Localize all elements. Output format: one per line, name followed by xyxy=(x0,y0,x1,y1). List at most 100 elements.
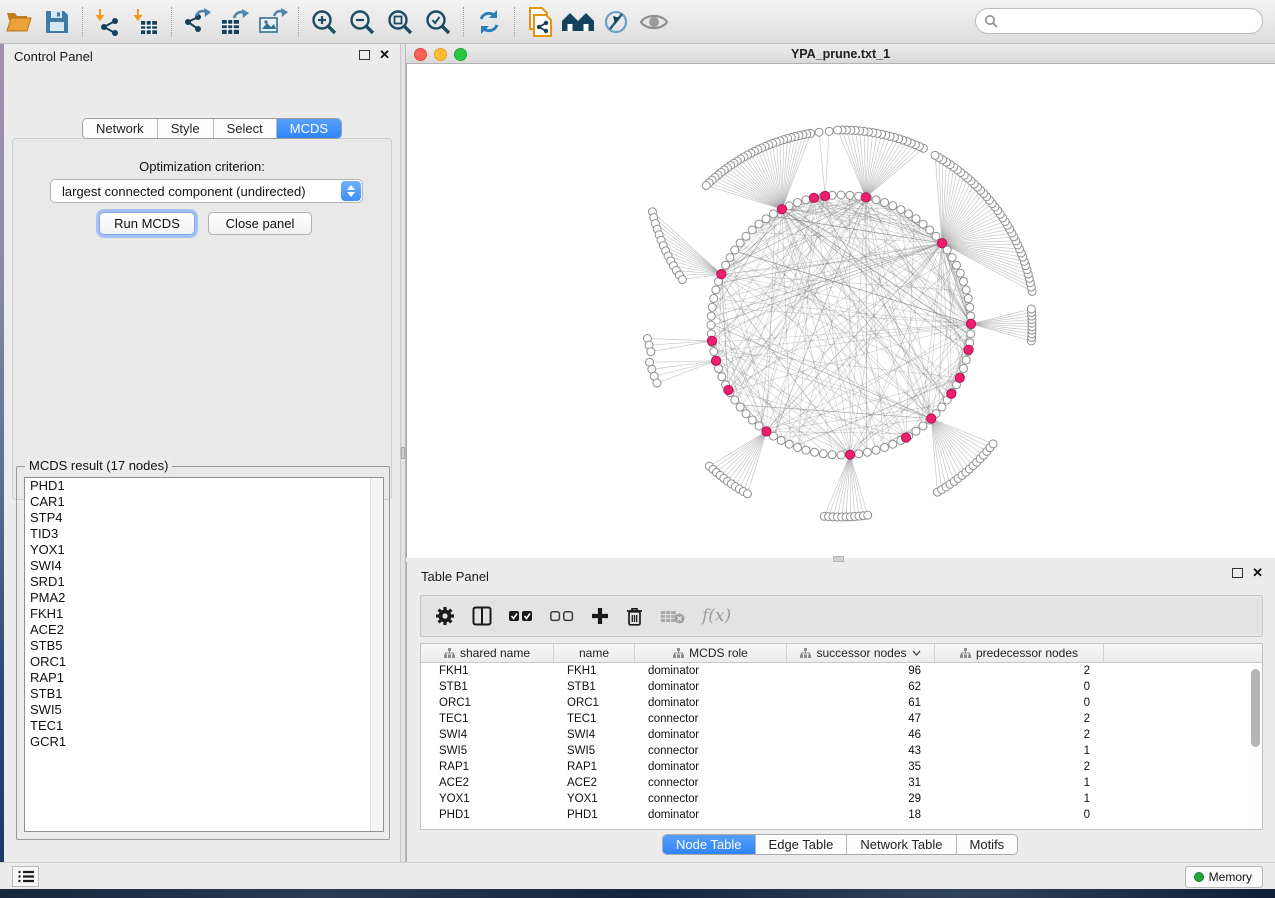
export-network-button[interactable] xyxy=(180,5,214,39)
zoom-fit-button[interactable] xyxy=(383,5,417,39)
table-row[interactable]: SWI4SWI4dominator462 xyxy=(421,727,1262,743)
tab-network-table[interactable]: Network Table xyxy=(847,835,956,854)
table-scrollbar-thumb[interactable] xyxy=(1251,669,1260,747)
table-cell[interactable]: STB1 xyxy=(554,679,635,695)
table-cell[interactable]: YOX1 xyxy=(554,791,635,807)
table-cell[interactable]: 61 xyxy=(787,695,935,711)
table-cell[interactable]: RAP1 xyxy=(421,759,554,775)
mcds-node-item[interactable]: STB5 xyxy=(25,638,383,654)
zoom-out-button[interactable] xyxy=(345,5,379,39)
close-panel-icon[interactable]: ✕ xyxy=(379,47,390,63)
close-table-panel-icon[interactable]: ✕ xyxy=(1252,565,1263,581)
table-cell[interactable]: 1 xyxy=(935,791,1104,807)
mcds-node-item[interactable]: FKH1 xyxy=(25,606,383,622)
table-cell[interactable]: dominator xyxy=(635,679,787,695)
network-home-button[interactable] xyxy=(561,5,595,39)
show-graphics-details-button[interactable] xyxy=(637,5,671,39)
table-cell[interactable]: dominator xyxy=(635,807,787,823)
column-header-shared-name[interactable]: shared name xyxy=(421,644,554,662)
table-cell[interactable]: YOX1 xyxy=(421,791,554,807)
table-cell[interactable]: SWI5 xyxy=(554,743,635,759)
network-canvas[interactable] xyxy=(406,64,1275,558)
create-column-button[interactable] xyxy=(591,607,609,625)
table-cell[interactable]: 0 xyxy=(935,807,1104,823)
table-cell[interactable]: ACE2 xyxy=(421,775,554,791)
tab-select[interactable]: Select xyxy=(214,119,277,138)
mcds-node-item[interactable]: YOX1 xyxy=(25,542,383,558)
criterion-dropdown[interactable]: largest connected component (undirected) xyxy=(50,179,363,203)
table-cell[interactable]: connector xyxy=(635,711,787,727)
table-cell[interactable]: 62 xyxy=(787,679,935,695)
table-cell[interactable]: 46 xyxy=(787,727,935,743)
table-cell[interactable]: ORC1 xyxy=(421,695,554,711)
table-row[interactable]: TEC1TEC1connector472 xyxy=(421,711,1262,727)
mcds-node-item[interactable]: TEC1 xyxy=(25,718,383,734)
table-cell[interactable]: SWI4 xyxy=(554,727,635,743)
table-cell[interactable]: TEC1 xyxy=(554,711,635,727)
mcds-node-item[interactable]: RAP1 xyxy=(25,670,383,686)
table-cell[interactable]: connector xyxy=(635,775,787,791)
table-cell[interactable]: SWI4 xyxy=(421,727,554,743)
mcds-node-item[interactable]: STB1 xyxy=(25,686,383,702)
memory-button[interactable]: Memory xyxy=(1185,866,1263,888)
table-cell[interactable]: 18 xyxy=(787,807,935,823)
tab-motifs[interactable]: Motifs xyxy=(957,835,1018,854)
tab-edge-table[interactable]: Edge Table xyxy=(756,835,848,854)
table-cell[interactable]: dominator xyxy=(635,759,787,775)
table-cell[interactable]: 96 xyxy=(787,663,935,679)
divider-grip[interactable] xyxy=(401,447,405,459)
open-file-button[interactable] xyxy=(2,5,36,39)
table-cell[interactable]: FKH1 xyxy=(554,663,635,679)
mcds-node-item[interactable]: SWI4 xyxy=(25,558,383,574)
float-table-panel-icon[interactable] xyxy=(1232,568,1243,578)
table-cell[interactable]: PHD1 xyxy=(421,807,554,823)
select-all-rows-button[interactable] xyxy=(509,610,533,622)
table-settings-button[interactable] xyxy=(435,606,455,626)
zoom-in-button[interactable] xyxy=(307,5,341,39)
import-network-button[interactable] xyxy=(91,5,125,39)
mcds-node-item[interactable]: PMA2 xyxy=(25,590,383,606)
table-cell[interactable]: 2 xyxy=(935,663,1104,679)
task-history-button[interactable] xyxy=(12,866,39,887)
mcds-node-item[interactable]: TID3 xyxy=(25,526,383,542)
table-row[interactable]: FKH1FKH1dominator962 xyxy=(421,663,1262,679)
mcds-node-item[interactable]: SWI5 xyxy=(25,702,383,718)
table-row[interactable]: ORC1ORC1dominator610 xyxy=(421,695,1262,711)
table-row[interactable]: YOX1YOX1connector291 xyxy=(421,791,1262,807)
float-panel-icon[interactable] xyxy=(359,50,370,60)
hide-graphics-details-button[interactable] xyxy=(599,5,633,39)
table-cell[interactable]: dominator xyxy=(635,727,787,743)
table-row[interactable]: SWI5SWI5connector431 xyxy=(421,743,1262,759)
tab-node-table[interactable]: Node Table xyxy=(663,835,756,854)
column-header-MCDS-role[interactable]: MCDS role xyxy=(635,644,787,662)
mcds-node-item[interactable]: ACE2 xyxy=(25,622,383,638)
mcds-node-item[interactable]: ORC1 xyxy=(25,654,383,670)
column-header-successor-nodes[interactable]: successor nodes xyxy=(787,644,935,662)
table-cell[interactable]: 2 xyxy=(935,727,1104,743)
table-cell[interactable]: ACE2 xyxy=(554,775,635,791)
zoom-selected-button[interactable] xyxy=(421,5,455,39)
table-cell[interactable]: connector xyxy=(635,743,787,759)
table-cell[interactable]: SWI5 xyxy=(421,743,554,759)
table-cell[interactable]: 1 xyxy=(935,775,1104,791)
import-table-button[interactable] xyxy=(129,5,163,39)
table-cell[interactable]: TEC1 xyxy=(421,711,554,727)
table-cell[interactable]: dominator xyxy=(635,663,787,679)
table-cell[interactable]: STB1 xyxy=(421,679,554,695)
deselect-all-rows-button[interactable] xyxy=(550,610,574,622)
mcds-node-item[interactable]: GCR1 xyxy=(25,734,383,750)
mcds-list-scrollbar[interactable] xyxy=(370,478,383,831)
table-scrollbar[interactable] xyxy=(1249,664,1261,829)
table-cell[interactable]: connector xyxy=(635,791,787,807)
table-cell[interactable]: 0 xyxy=(935,695,1104,711)
mcds-node-item[interactable]: STP4 xyxy=(25,510,383,526)
table-row[interactable]: PHD1PHD1dominator180 xyxy=(421,807,1262,823)
table-row[interactable]: STB1STB1dominator620 xyxy=(421,679,1262,695)
save-session-button[interactable] xyxy=(40,5,74,39)
mcds-node-item[interactable]: SRD1 xyxy=(25,574,383,590)
table-cell[interactable]: PHD1 xyxy=(554,807,635,823)
show-column-panel-button[interactable] xyxy=(472,606,492,626)
run-mcds-button[interactable]: Run MCDS xyxy=(99,212,195,235)
close-panel-button[interactable]: Close panel xyxy=(208,212,312,235)
export-table-button[interactable] xyxy=(218,5,252,39)
